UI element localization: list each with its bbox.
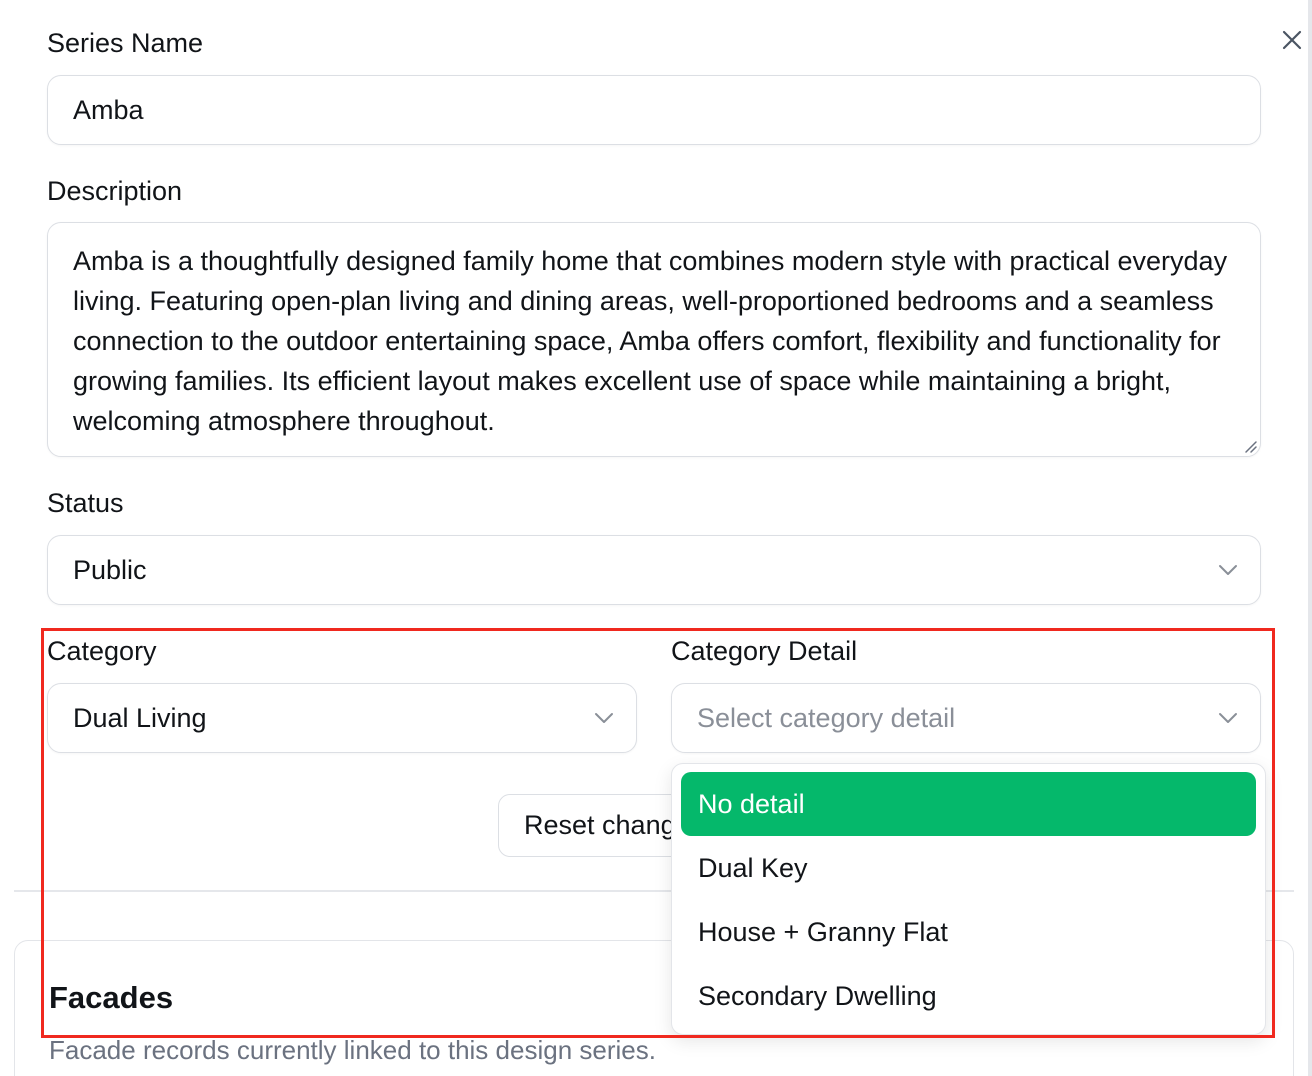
category-value: Dual Living (73, 702, 207, 733)
facades-title: Facades (49, 980, 174, 1015)
resize-grip-icon[interactable] (1242, 438, 1258, 454)
category-select[interactable]: Dual Living (47, 683, 637, 753)
category-detail-dropdown: No detail Dual Key House + Granny Flat S… (671, 763, 1266, 1035)
series-name-value: Amba (73, 94, 144, 125)
facades-subtitle: Facade records currently linked to this … (49, 1035, 656, 1065)
category-detail-label: Category Detail (671, 636, 858, 666)
panel-edge (1308, 0, 1312, 1076)
option-secondary-dwelling[interactable]: Secondary Dwelling (681, 964, 1256, 1028)
series-name-label: Series Name (47, 28, 204, 58)
option-house-granny-flat[interactable]: House + Granny Flat (681, 900, 1256, 964)
description-value: Amba is a thoughtfully designed family h… (73, 246, 1228, 436)
description-label: Description (47, 176, 183, 206)
option-dual-key[interactable]: Dual Key (681, 836, 1256, 900)
close-icon (1282, 30, 1302, 50)
category-detail-placeholder: Select category detail (697, 702, 956, 733)
category-label: Category (47, 636, 157, 666)
status-select[interactable]: Public (47, 535, 1261, 605)
option-no-detail[interactable]: No detail (681, 772, 1256, 836)
close-button[interactable] (1276, 24, 1308, 56)
chevron-down-icon (1219, 565, 1237, 575)
status-label: Status (47, 488, 124, 518)
category-detail-select[interactable]: Select category detail (671, 683, 1261, 753)
description-textarea[interactable]: Amba is a thoughtfully designed family h… (47, 222, 1261, 457)
series-name-input[interactable]: Amba (47, 75, 1261, 145)
chevron-down-icon (595, 713, 613, 723)
status-value: Public (73, 554, 147, 585)
edit-series-panel: Series Name Amba Description Amba is a t… (0, 0, 1312, 1076)
chevron-down-icon (1219, 713, 1237, 723)
